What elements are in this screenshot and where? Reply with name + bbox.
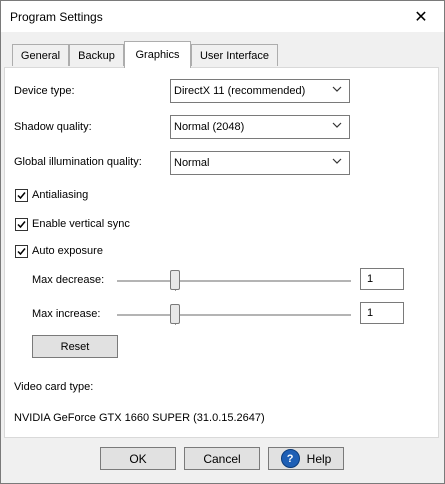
tab-user-interface[interactable]: User Interface <box>191 44 278 66</box>
max-decrease-slider-track[interactable] <box>117 280 351 282</box>
antialiasing-label: Antialiasing <box>32 189 89 201</box>
max-decrease-label: Max decrease: <box>32 274 105 286</box>
tab-user-interface-label: User Interface <box>199 49 270 62</box>
checkmark-icon <box>17 192 26 200</box>
chevron-down-icon <box>332 122 342 128</box>
gi-quality-label: Global illumination quality: <box>14 156 142 168</box>
max-decrease-input[interactable]: 1 <box>360 268 404 290</box>
antialiasing-checkbox[interactable] <box>15 189 28 202</box>
ok-button[interactable]: OK <box>100 447 176 470</box>
shadow-quality-value: Normal (2048) <box>174 121 245 133</box>
cancel-button-label: Cancel <box>203 451 241 466</box>
max-increase-input[interactable]: 1 <box>360 302 404 324</box>
cancel-button[interactable]: Cancel <box>184 447 260 470</box>
tab-general[interactable]: General <box>12 44 69 66</box>
auto-exposure-label: Auto exposure <box>32 245 103 257</box>
video-card-label: Video card type: <box>14 381 94 393</box>
max-increase-label: Max increase: <box>32 308 101 320</box>
video-card-value: NVIDIA GeForce GTX 1660 SUPER (31.0.15.2… <box>14 412 265 424</box>
reset-button[interactable]: Reset <box>32 335 118 358</box>
gi-quality-value: Normal <box>174 157 210 169</box>
reset-button-label: Reset <box>60 340 90 353</box>
close-icon: ✕ <box>414 8 428 26</box>
shadow-quality-dropdown[interactable]: Normal (2048) <box>170 115 350 139</box>
help-button-label: Help <box>306 451 332 466</box>
tab-general-label: General <box>20 49 61 62</box>
tab-graphics[interactable]: Graphics <box>124 41 191 68</box>
close-button[interactable]: ✕ <box>398 1 444 32</box>
question-circle-icon: ? <box>280 449 300 468</box>
help-button[interactable]: ? Help <box>268 447 344 470</box>
device-type-value: DirectX 11 (recommended) <box>174 85 306 97</box>
program-settings-dialog: Program Settings ✕ General Backup Graphi… <box>0 0 445 484</box>
max-decrease-slider-thumb[interactable] <box>170 270 180 290</box>
device-type-label: Device type: <box>14 85 75 97</box>
tab-backup-label: Backup <box>78 49 115 62</box>
ok-button-label: OK <box>129 451 147 466</box>
checkmark-icon <box>17 221 26 229</box>
chevron-down-icon <box>332 86 342 92</box>
max-increase-value: 1 <box>367 307 374 319</box>
max-increase-slider-thumb[interactable] <box>170 304 180 324</box>
checkmark-icon <box>17 248 26 256</box>
tab-backup[interactable]: Backup <box>69 44 124 66</box>
graphics-panel: Device type: DirectX 11 (recommended) Sh… <box>4 67 439 438</box>
gi-quality-dropdown[interactable]: Normal <box>170 151 350 175</box>
tab-strip: General Backup Graphics User Interface <box>12 41 442 68</box>
shadow-quality-label: Shadow quality: <box>14 121 92 133</box>
chevron-down-icon <box>332 158 342 164</box>
auto-exposure-checkbox[interactable] <box>15 245 28 258</box>
vsync-checkbox[interactable] <box>15 218 28 231</box>
vsync-label: Enable vertical sync <box>32 218 130 230</box>
device-type-dropdown[interactable]: DirectX 11 (recommended) <box>170 79 350 103</box>
tab-graphics-label: Graphics <box>135 49 180 61</box>
window-title: Program Settings <box>10 10 103 24</box>
title-bar: Program Settings ✕ <box>1 1 444 32</box>
max-decrease-value: 1 <box>367 273 374 285</box>
max-increase-slider-track[interactable] <box>117 314 351 316</box>
